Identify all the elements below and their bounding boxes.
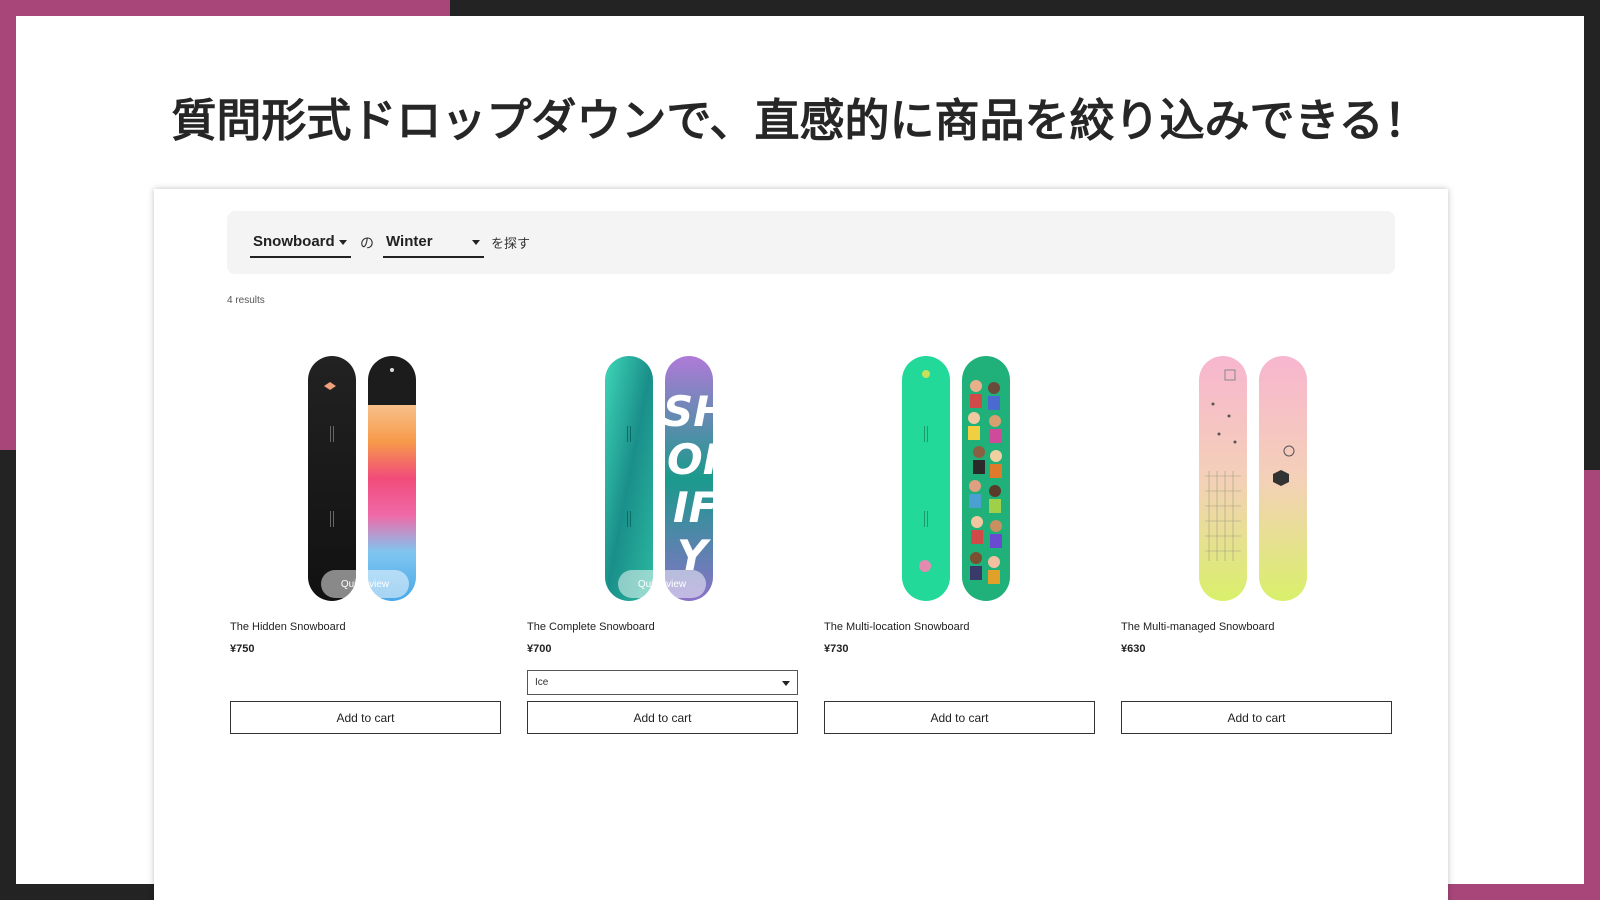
variant-select-value: Ice — [535, 677, 549, 688]
product-title[interactable]: The Multi-location Snowboard — [824, 621, 970, 633]
chevron-down-icon — [339, 239, 347, 245]
add-to-cart-button[interactable]: Add to cart — [527, 701, 798, 734]
results-count: 4 results — [227, 295, 265, 306]
variant-select[interactable]: Ice — [527, 670, 798, 695]
category-select-value: Snowboard — [253, 233, 335, 250]
store-screenshot: Snowboard の Winter を探す 4 results Quick v… — [154, 189, 1448, 900]
product-card: SH OP IF Y Quick view The Complete Snowb… — [527, 346, 798, 734]
product-card: The Multi-managed Snowboard ¥630 Add to … — [1121, 346, 1392, 734]
product-image-multi-managed-snowboard[interactable] — [1121, 346, 1392, 606]
add-to-cart-button[interactable]: Add to cart — [1121, 701, 1392, 734]
product-price: ¥750 — [230, 643, 255, 655]
season-select[interactable]: Winter — [383, 228, 484, 258]
filter-bar: Snowboard の Winter を探す — [227, 211, 1395, 274]
filter-suffix: を探す — [491, 237, 531, 252]
season-select-value: Winter — [386, 233, 433, 250]
product-title[interactable]: The Multi-managed Snowboard — [1121, 621, 1274, 633]
product-image-multi-location-snowboard[interactable] — [824, 346, 1095, 606]
product-price: ¥730 — [824, 643, 849, 655]
chevron-down-icon — [472, 239, 480, 245]
product-title[interactable]: The Complete Snowboard — [527, 621, 655, 633]
category-select[interactable]: Snowboard — [250, 228, 351, 258]
product-card: Quick view The Hidden Snowboard ¥750 Add… — [230, 346, 501, 734]
chevron-down-icon — [782, 681, 790, 686]
svg-text:OP: OP — [667, 435, 734, 484]
product-price: ¥630 — [1121, 643, 1146, 655]
quick-view-button[interactable]: Quick view — [618, 570, 706, 598]
product-price: ¥700 — [527, 643, 552, 655]
product-image-complete-snowboard[interactable]: SH OP IF Y Quick view — [527, 346, 798, 606]
quick-view-button[interactable]: Quick view — [321, 570, 409, 598]
headline: 質問形式ドロップダウンで、直感的に商品を絞り込みできる！ — [171, 94, 1429, 147]
svg-text:SH: SH — [663, 387, 728, 436]
product-title[interactable]: The Hidden Snowboard — [230, 621, 346, 633]
filter-connector: の — [360, 235, 374, 252]
product-image-hidden-snowboard[interactable]: Quick view — [230, 346, 501, 606]
product-card: The Multi-location Snowboard ¥730 Add to… — [824, 346, 1095, 734]
add-to-cart-button[interactable]: Add to cart — [824, 701, 1095, 734]
add-to-cart-button[interactable]: Add to cart — [230, 701, 501, 734]
svg-text:IF: IF — [673, 483, 718, 532]
